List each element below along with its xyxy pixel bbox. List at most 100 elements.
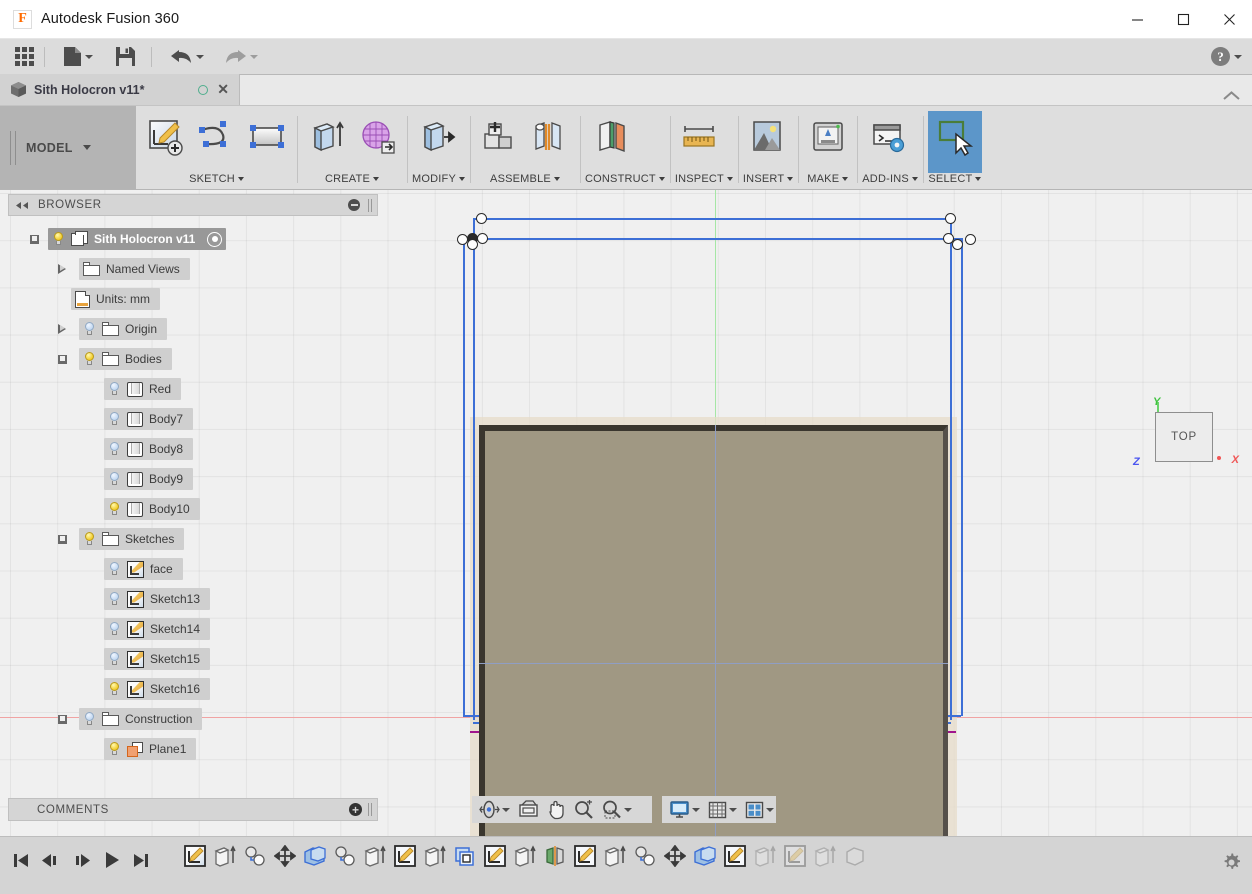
tree-item-root[interactable]: Sith Holocron v11: [8, 224, 378, 254]
save-button[interactable]: [108, 39, 143, 75]
ribbon-group-label[interactable]: MAKE: [803, 173, 852, 189]
tree-item-sketch16[interactable]: Sketch16: [8, 674, 378, 704]
rectangle-button[interactable]: [243, 115, 292, 173]
display-settings-button[interactable]: [665, 796, 704, 823]
workspace-selector[interactable]: MODEL: [0, 106, 136, 189]
tree-item-sketch13[interactable]: Sketch13: [8, 584, 378, 614]
tree-item-body7[interactable]: Body7: [8, 404, 378, 434]
visibility-bulb-icon[interactable]: [52, 231, 65, 247]
collapse-browser-icon[interactable]: [14, 201, 30, 210]
viewcube-face[interactable]: TOP: [1155, 412, 1213, 462]
ribbon-group-label[interactable]: ASSEMBLE: [475, 173, 575, 189]
sketch-point[interactable]: [476, 213, 487, 224]
insert-image-button[interactable]: [743, 115, 792, 173]
expand-arrow-icon[interactable]: [58, 714, 67, 724]
tree-item-bodies[interactable]: Bodies: [8, 344, 378, 374]
timeline-sketch-4[interactable]: [570, 840, 600, 872]
tree-item-body8[interactable]: Body8: [8, 434, 378, 464]
app-grid-button[interactable]: [8, 39, 41, 75]
timeline-pattern-1[interactable]: [450, 840, 480, 872]
activate-component-icon[interactable]: [207, 231, 223, 247]
scripts-addins-button[interactable]: [862, 115, 916, 173]
visibility-bulb-icon[interactable]: [108, 441, 121, 457]
visibility-bulb-icon[interactable]: [108, 651, 121, 667]
go-to-beginning-button[interactable]: [8, 845, 34, 875]
timeline-extrude-3[interactable]: [420, 840, 450, 872]
ribbon-group-label[interactable]: CONSTRUCT: [585, 173, 665, 189]
timeline-fillet-2[interactable]: [330, 840, 360, 872]
timeline-extrude-2[interactable]: [360, 840, 390, 872]
tree-item-named-views[interactable]: Named Views: [8, 254, 378, 284]
tree-item-body-red[interactable]: Red: [8, 374, 378, 404]
ribbon-group-label[interactable]: SELECT: [928, 173, 982, 189]
joint-button[interactable]: [526, 115, 575, 173]
grid-snaps-button[interactable]: [704, 796, 741, 823]
timeline-sketch-5[interactable]: [720, 840, 750, 872]
visibility-bulb-icon[interactable]: [108, 381, 121, 397]
expand-arrow-icon[interactable]: [30, 234, 39, 244]
sketch-point[interactable]: [945, 213, 956, 224]
timeline-shell-1[interactable]: [300, 840, 330, 872]
visibility-bulb-icon[interactable]: [83, 711, 96, 727]
ribbon-group-label[interactable]: INSPECT: [675, 173, 733, 189]
offset-plane-button[interactable]: [585, 115, 639, 173]
timeline-sketch-3[interactable]: [480, 840, 510, 872]
tree-item-body10[interactable]: Body10: [8, 494, 378, 524]
ribbon-group-label[interactable]: MODIFY: [412, 173, 465, 189]
view-cube[interactable]: Y TOP X Z: [1133, 396, 1239, 468]
zoom-button[interactable]: [570, 796, 598, 823]
sketch-point[interactable]: [965, 234, 976, 245]
undo-button[interactable]: [163, 39, 211, 75]
timeline-sketch-2[interactable]: [390, 840, 420, 872]
viewports-button[interactable]: [741, 796, 778, 823]
ribbon-group-label[interactable]: ADD-INS: [862, 173, 918, 189]
visibility-bulb-icon[interactable]: [108, 681, 121, 697]
ribbon-group-label[interactable]: CREATE: [302, 173, 402, 189]
visibility-bulb-icon[interactable]: [108, 471, 121, 487]
extrude-button[interactable]: [302, 115, 351, 173]
expand-arrow-icon[interactable]: [58, 534, 67, 544]
timeline-extrude-7[interactable]: [810, 840, 840, 872]
press-pull-button[interactable]: [412, 115, 461, 173]
visibility-bulb-icon[interactable]: [83, 351, 96, 367]
timeline-extrude-5[interactable]: [600, 840, 630, 872]
help-button[interactable]: ?: [1211, 47, 1242, 66]
fit-button[interactable]: [598, 796, 636, 823]
ribbon-group-label[interactable]: SKETCH: [141, 173, 292, 189]
timeline-sketch-1[interactable]: [180, 840, 210, 872]
visibility-bulb-icon[interactable]: [108, 621, 121, 637]
look-at-button[interactable]: [514, 796, 543, 823]
collapse-all-icon[interactable]: [348, 199, 360, 211]
visibility-bulb-icon[interactable]: [108, 591, 121, 607]
new-document-button[interactable]: [56, 39, 100, 75]
go-to-end-button[interactable]: [128, 845, 154, 875]
3d-print-button[interactable]: [803, 115, 852, 173]
expand-arrow-icon[interactable]: [58, 323, 66, 334]
timeline-sketch-6[interactable]: [780, 840, 810, 872]
timeline-fillet-3[interactable]: [630, 840, 660, 872]
comments-panel-header[interactable]: COMMENTS +: [8, 798, 378, 821]
add-comment-icon[interactable]: +: [349, 803, 362, 816]
timeline-body-1[interactable]: [840, 840, 870, 872]
close-tab-icon[interactable]: ✕: [215, 81, 231, 98]
tree-item-sketch14[interactable]: Sketch14: [8, 614, 378, 644]
close-button[interactable]: [1206, 0, 1252, 39]
create-form-button[interactable]: [353, 115, 402, 173]
spline-button[interactable]: [192, 115, 241, 173]
sketch-point[interactable]: [477, 233, 488, 244]
timeline-shell-2[interactable]: [690, 840, 720, 872]
tree-item-sketches[interactable]: Sketches: [8, 524, 378, 554]
measure-button[interactable]: [675, 115, 723, 173]
tree-item-origin[interactable]: Origin: [8, 314, 378, 344]
maximize-button[interactable]: [1160, 0, 1206, 39]
visibility-bulb-icon[interactable]: [83, 531, 96, 547]
visibility-bulb-icon[interactable]: [108, 411, 121, 427]
visibility-bulb-icon[interactable]: [108, 561, 121, 577]
step-forward-button[interactable]: [68, 845, 94, 875]
orbit-button[interactable]: [475, 796, 514, 823]
expand-arrow-icon[interactable]: [58, 354, 67, 364]
new-component-button[interactable]: [475, 115, 524, 173]
sketch-point[interactable]: [467, 239, 478, 250]
pan-button[interactable]: [543, 796, 570, 823]
tree-item-body9[interactable]: Body9: [8, 464, 378, 494]
